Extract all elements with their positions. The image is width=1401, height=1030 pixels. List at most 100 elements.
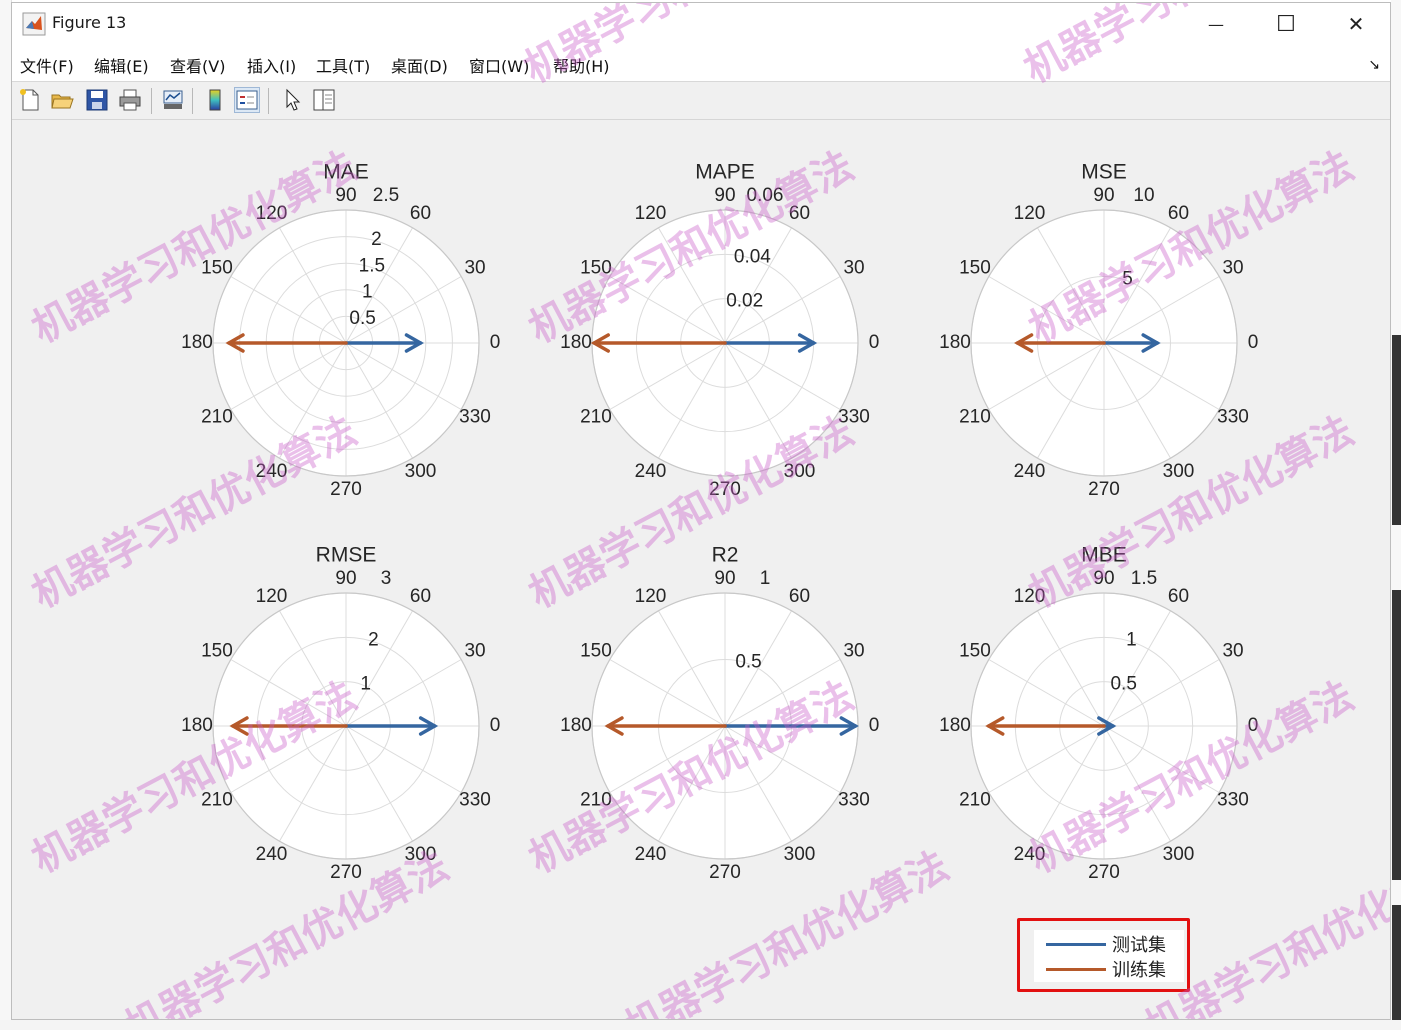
polar-mape-angle-label: 330 xyxy=(838,407,870,428)
polar-mae-angle-label: 120 xyxy=(256,203,288,224)
polar-mae-angle-label: 150 xyxy=(201,258,233,279)
polar-r2-angle-label: 150 xyxy=(580,641,612,662)
legend[interactable]: 测试集 训练集 xyxy=(1034,930,1184,982)
polar-r2-radial-tick: 0.5 xyxy=(735,652,761,673)
polar-mape-angle-label: 90 xyxy=(714,185,735,206)
polar-mse-angle-label: 240 xyxy=(1014,461,1046,482)
polar-mae-angle-label: 0 xyxy=(490,332,501,353)
legend-entry-train: 训练集 xyxy=(1034,958,1166,981)
polar-r2-title: R2 xyxy=(712,544,739,567)
polar-r2-angle-label: 300 xyxy=(784,844,816,865)
polar-mbe-angle-label: 120 xyxy=(1014,586,1046,607)
polar-mbe-radial-tick: 0.5 xyxy=(1110,673,1136,694)
polar-mae-angle-label: 300 xyxy=(405,461,437,482)
polar-r2-angle-label: 60 xyxy=(789,586,810,607)
polar-rmse-radial-tick: 2 xyxy=(368,630,379,651)
polar-r2-angle-label: 0 xyxy=(869,715,880,736)
polar-rmse-angle-label: 30 xyxy=(464,641,485,662)
polar-mse-angle-label: 270 xyxy=(1088,479,1120,500)
polar-rmse-angle-label: 150 xyxy=(201,641,233,662)
polar-mape-angle-label: 150 xyxy=(580,258,612,279)
polar-r2-radial-tick: 1 xyxy=(760,568,771,589)
polar-mse-angle-label: 120 xyxy=(1014,203,1046,224)
legend-line-test xyxy=(1046,942,1106,946)
polar-mape-angle-label: 270 xyxy=(709,479,741,500)
polar-mae-angle-label: 270 xyxy=(330,479,362,500)
polar-rmse-angle-label: 0 xyxy=(490,715,501,736)
polar-mbe-angle-label: 270 xyxy=(1088,862,1120,883)
polar-mbe-angle-label: 30 xyxy=(1222,641,1243,662)
polar-r2-angle-label: 120 xyxy=(635,586,667,607)
polar-mae-angle-label: 330 xyxy=(459,407,491,428)
legend-label-train: 训练集 xyxy=(1112,960,1166,981)
polar-mae-angle-label: 60 xyxy=(410,203,431,224)
polar-mbe-title: MBE xyxy=(1081,544,1127,567)
polar-r2-angle-label: 330 xyxy=(838,790,870,811)
polar-mse-angle-label: 150 xyxy=(959,258,991,279)
polar-mape-angle-label: 300 xyxy=(784,461,816,482)
figure-window: Figure 13 — ☐ ✕ 文件(F) 编辑(E) 查看(V) 插入(I) … xyxy=(11,2,1391,1020)
polar-plots-canvas: 03060901201501802102402703003300.511.522… xyxy=(181,161,1259,883)
polar-r2-angle-label: 180 xyxy=(560,715,592,736)
polar-mse-angle-label: 210 xyxy=(959,407,991,428)
polar-mape-radial-tick: 0.02 xyxy=(726,290,763,311)
polar-mse-angle-label: 30 xyxy=(1222,258,1243,279)
polar-mse-angle-label: 60 xyxy=(1168,203,1189,224)
legend-label-test: 测试集 xyxy=(1112,935,1166,956)
polar-r2-angle-label: 240 xyxy=(635,844,667,865)
polar-mse-angle-label: 90 xyxy=(1093,185,1114,206)
polar-rmse-angle-label: 90 xyxy=(335,568,356,589)
polar-mae-radial-tick: 2 xyxy=(371,229,382,250)
polar-mape-angle-label: 30 xyxy=(843,258,864,279)
polar-mse-angle-label: 330 xyxy=(1217,407,1249,428)
polar-rmse-angle-label: 60 xyxy=(410,586,431,607)
polar-mae-angle-label: 240 xyxy=(256,461,288,482)
polar-mae-radial-tick: 1.5 xyxy=(359,255,385,276)
polar-rmse-angle-label: 180 xyxy=(181,715,213,736)
polar-rmse-angle-label: 120 xyxy=(256,586,288,607)
polar-rmse-angle-label: 270 xyxy=(330,862,362,883)
polar-mape-angle-label: 210 xyxy=(580,407,612,428)
background-editor-bottom xyxy=(0,1020,1401,1030)
polar-rmse-angle-label: 300 xyxy=(405,844,437,865)
polar-mbe-angle-label: 180 xyxy=(939,715,971,736)
polar-mbe-angle-label: 0 xyxy=(1248,715,1259,736)
polar-rmse-angle-label: 240 xyxy=(256,844,288,865)
polar-mape-angle-label: 180 xyxy=(560,332,592,353)
polar-rmse-radial-tick: 3 xyxy=(381,568,392,589)
polar-mbe-angle-label: 210 xyxy=(959,790,991,811)
polar-r2-angle-label: 210 xyxy=(580,790,612,811)
polar-mbe-angle-label: 150 xyxy=(959,641,991,662)
legend-entry-test: 测试集 xyxy=(1034,933,1166,956)
polar-rmse-angle-label: 330 xyxy=(459,790,491,811)
polar-r2-angle-label: 30 xyxy=(843,641,864,662)
polar-mae-title: MAE xyxy=(323,161,369,184)
polar-mape-radial-tick: 0.06 xyxy=(747,185,784,206)
legend-line-train xyxy=(1046,967,1106,971)
polar-mape-radial-tick: 0.04 xyxy=(734,247,771,268)
polar-mbe-angle-label: 240 xyxy=(1014,844,1046,865)
polar-mse-angle-label: 300 xyxy=(1163,461,1195,482)
polar-mbe-radial-tick: 1.5 xyxy=(1131,568,1157,589)
polar-mae-radial-tick: 2.5 xyxy=(373,185,399,206)
polar-mape-title: MAPE xyxy=(695,161,755,184)
polar-mse-radial-tick: 5 xyxy=(1122,269,1133,290)
polar-mse-angle-label: 0 xyxy=(1248,332,1259,353)
polar-mbe-angle-label: 330 xyxy=(1217,790,1249,811)
polar-mape-angle-label: 60 xyxy=(789,203,810,224)
background-editor-right xyxy=(1391,0,1401,1030)
polar-mbe-angle-label: 300 xyxy=(1163,844,1195,865)
polar-rmse-title: RMSE xyxy=(316,544,377,567)
polar-mse-title: MSE xyxy=(1081,161,1127,184)
polar-mbe-angle-label: 60 xyxy=(1168,586,1189,607)
polar-mae-radial-tick: 0.5 xyxy=(349,308,375,329)
polar-mse-radial-tick: 10 xyxy=(1133,185,1154,206)
polar-mae-radial-tick: 1 xyxy=(362,282,373,303)
polar-mbe-radial-tick: 1 xyxy=(1126,630,1137,651)
polar-mae-angle-label: 90 xyxy=(335,185,356,206)
polar-mape-angle-label: 240 xyxy=(635,461,667,482)
legend-highlight-box: 测试集 训练集 xyxy=(1017,918,1190,992)
polar-mse-angle-label: 180 xyxy=(939,332,971,353)
polar-r2-angle-label: 270 xyxy=(709,862,741,883)
polar-rmse-angle-label: 210 xyxy=(201,790,233,811)
